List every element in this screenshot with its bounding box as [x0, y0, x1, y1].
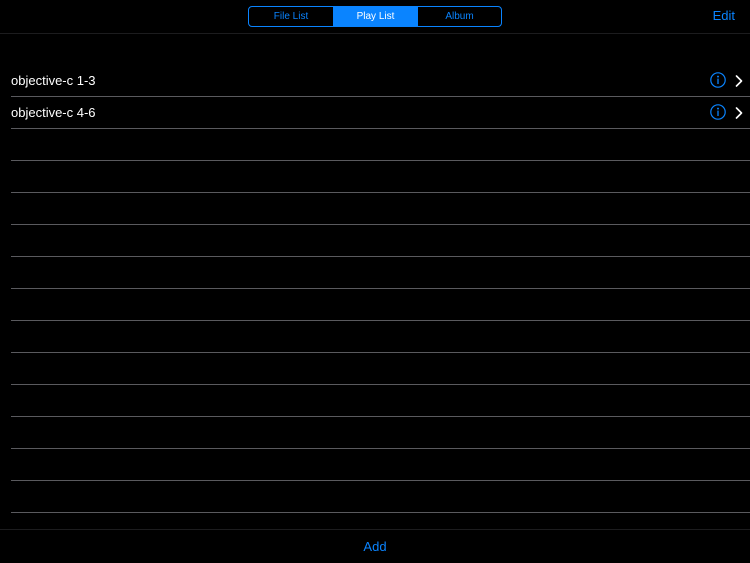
bottom-toolbar: Add: [0, 529, 750, 563]
add-button[interactable]: Add: [0, 539, 750, 554]
empty-table-row: [11, 481, 750, 513]
empty-table-row: [11, 449, 750, 481]
empty-table-row: [11, 417, 750, 449]
empty-table-row: [11, 289, 750, 321]
segment-file-list[interactable]: File List: [249, 7, 333, 26]
empty-table-row: [11, 129, 750, 161]
segment-album[interactable]: Album: [417, 7, 501, 26]
empty-table-row: [11, 385, 750, 417]
edit-button[interactable]: Edit: [713, 8, 735, 23]
chevron-right-icon: [735, 75, 743, 87]
info-circle-icon[interactable]: [710, 104, 726, 120]
info-circle-icon[interactable]: [710, 72, 726, 88]
empty-table-row: [11, 257, 750, 289]
navigation-bar: File List Play List Album Edit: [0, 0, 750, 34]
chevron-right-icon: [735, 107, 743, 119]
row-label: objective-c 1-3: [11, 73, 96, 88]
playlist-table: objective-c 1-3 objective-c 4-6: [0, 65, 750, 513]
segmented-control: File List Play List Album: [248, 6, 502, 27]
table-row[interactable]: objective-c 4-6: [11, 97, 750, 129]
empty-table-row: [11, 321, 750, 353]
empty-table-row: [11, 353, 750, 385]
empty-table-row: [11, 225, 750, 257]
empty-table-row: [11, 193, 750, 225]
row-label: objective-c 4-6: [11, 105, 96, 120]
table-row[interactable]: objective-c 1-3: [11, 65, 750, 97]
segment-play-list[interactable]: Play List: [333, 7, 417, 26]
empty-table-row: [11, 161, 750, 193]
